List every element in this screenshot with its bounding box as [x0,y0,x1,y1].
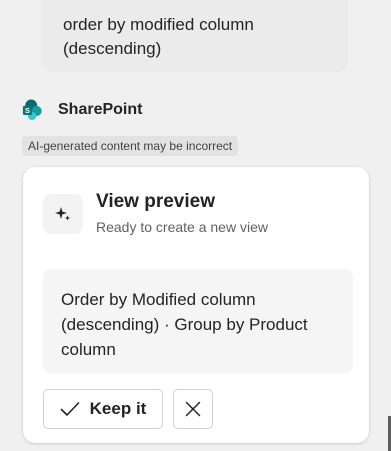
sparkle-icon [55,207,70,221]
checkmark-icon [60,402,79,416]
dismiss-button[interactable] [173,389,213,429]
svg-text:S: S [25,106,30,115]
card-icon-container [43,194,83,234]
copilot-chat-pane: order by modified column (descending) S … [0,0,391,451]
ai-disclaimer-badge: AI-generated content may be incorrect [22,136,239,156]
user-message-text: order by modified column (descending) [63,15,254,58]
user-message-bubble: order by modified column (descending) [42,0,348,72]
sharepoint-logo-icon: S [22,99,42,121]
keep-it-button[interactable]: Keep it [43,389,163,429]
view-summary-text: Order by Modified column (descending) · … [61,290,308,359]
keep-it-label: Keep it [89,399,147,418]
view-summary: Order by Modified column (descending) · … [43,269,353,373]
card-title: View preview [96,191,215,212]
assistant-name: SharePoint [58,101,143,118]
assistant-header: S SharePoint [22,96,142,124]
close-icon [185,401,201,417]
card-subtitle: Ready to create a new view [96,219,268,235]
view-preview-card: View preview Ready to create a new view … [23,167,369,443]
